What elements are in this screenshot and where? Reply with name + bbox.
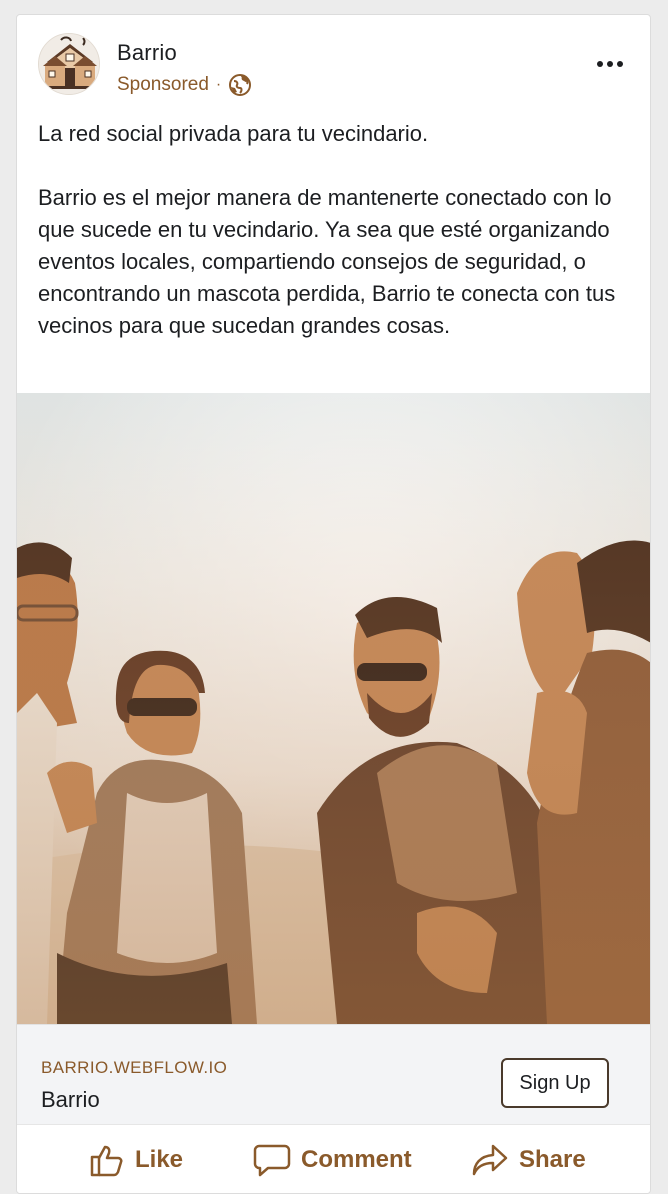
friends-photo: [17, 393, 650, 1024]
post-body: Barrio es el mejor manera de mantenerte …: [38, 185, 616, 338]
sign-up-button[interactable]: Sign Up: [501, 1058, 609, 1108]
comment-button[interactable]: Comment: [253, 1143, 412, 1177]
post-header: Barrio Sponsored ·: [17, 15, 650, 115]
comment-label: Comment: [301, 1146, 412, 1173]
link-title[interactable]: Barrio: [41, 1087, 100, 1113]
share-button[interactable]: Share: [471, 1143, 586, 1177]
sponsored-label[interactable]: Sponsored: [117, 74, 209, 96]
post-text: La red social privada para tu vecindario…: [38, 118, 638, 342]
like-label: Like: [135, 1146, 184, 1173]
globe-icon[interactable]: [228, 73, 252, 97]
sponsored-post-card: Barrio Sponsored · La red social privada…: [16, 14, 651, 1194]
comment-icon: [253, 1144, 291, 1177]
share-icon: [472, 1144, 508, 1176]
action-bar: Like Comment Share: [17, 1124, 650, 1193]
post-meta: Sponsored ·: [117, 73, 252, 97]
page-avatar[interactable]: [38, 33, 100, 95]
link-preview[interactable]: BARRIO.WEBFLOW.IO Barrio Sign Up: [17, 1024, 650, 1124]
house-logo-icon: [39, 34, 99, 94]
more-options-button[interactable]: [590, 49, 630, 79]
link-domain: BARRIO.WEBFLOW.IO: [41, 1058, 228, 1077]
page-name[interactable]: Barrio: [117, 40, 177, 66]
more-options-icon-dot: [607, 61, 613, 67]
more-options-icon-dot: [617, 61, 623, 67]
more-options-icon: [597, 61, 603, 67]
share-label: Share: [519, 1146, 586, 1173]
meta-separator: ·: [215, 76, 222, 93]
post-headline: La red social privada para tu vecindario…: [38, 121, 429, 146]
post-image[interactable]: [17, 393, 650, 1024]
like-button[interactable]: Like: [89, 1143, 183, 1177]
thumbs-up-icon: [90, 1145, 123, 1177]
